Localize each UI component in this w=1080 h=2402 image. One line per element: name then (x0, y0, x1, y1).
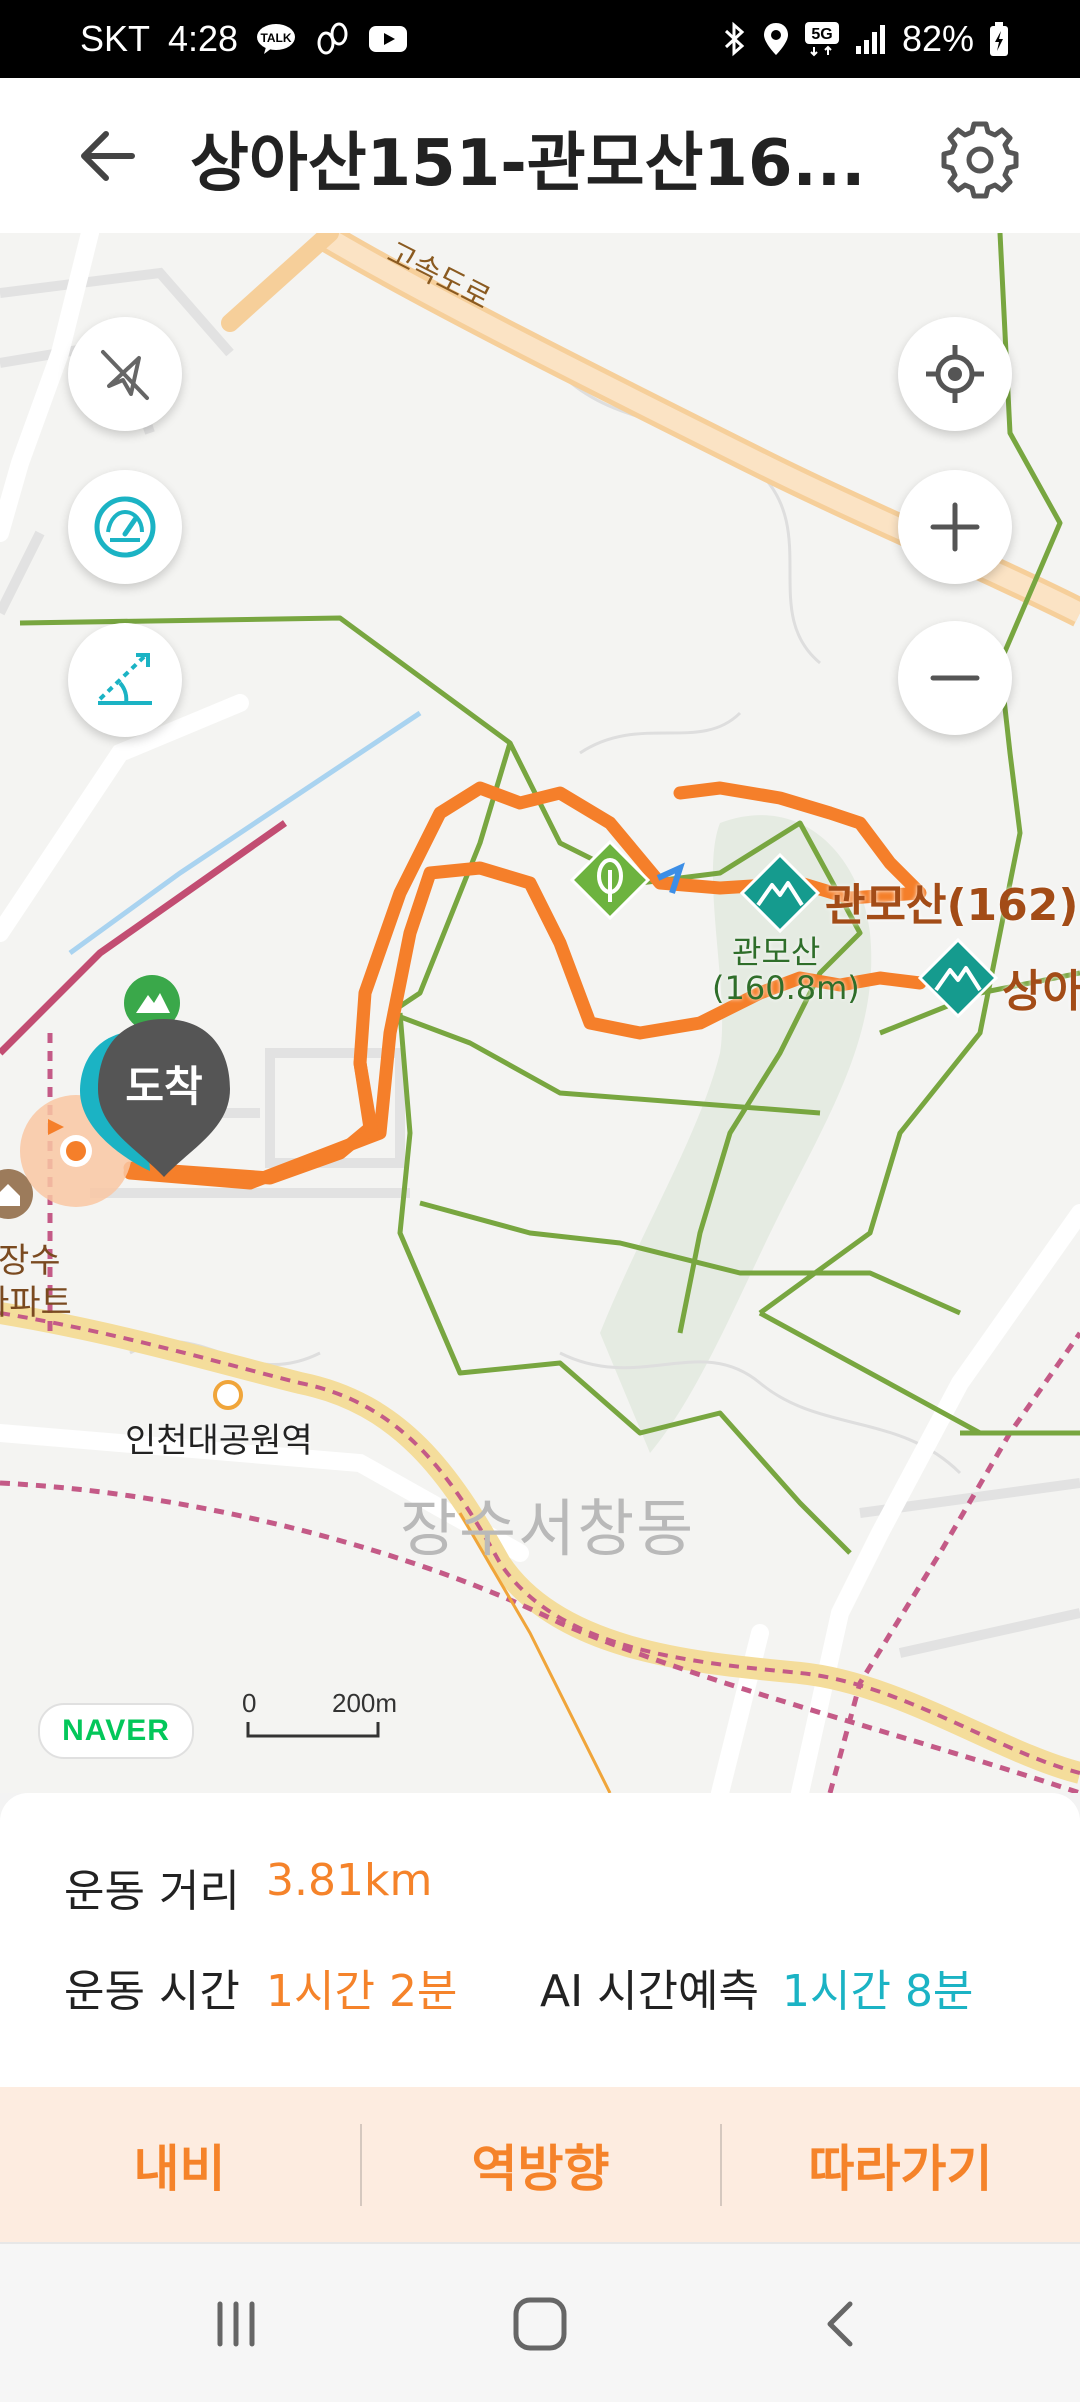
district-label: 장수서창동 (400, 1492, 696, 1565)
forest-marker[interactable] (569, 839, 651, 924)
arrival-marker-text: 도착 (125, 1062, 203, 1111)
talk-badge-text: TALK (261, 31, 292, 45)
carrier-label: SKT (80, 18, 151, 59)
zoom-in-button[interactable] (898, 470, 1012, 584)
ai-estimate-value: 1시간 8분 (782, 1966, 974, 2017)
mountain-peak-icon (739, 852, 821, 934)
scale-distance: 200m (332, 1688, 398, 1718)
mountain-peak-icon (917, 937, 999, 1019)
peak-right-label: 상아 (1002, 966, 1080, 1017)
home-button[interactable] (500, 2284, 580, 2364)
location-icon (762, 21, 790, 57)
kakaotalk-icon: TALK (256, 23, 296, 55)
rotate-lock-button[interactable] (68, 317, 182, 431)
network-5g-icon: 5G (804, 21, 840, 57)
app-header: 상아산151-관모산16... (0, 78, 1080, 233)
arrival-marker[interactable]: 도착 (78, 1011, 248, 1183)
speedometer-icon (94, 496, 156, 558)
zoom-out-button[interactable] (898, 621, 1012, 735)
tree-icon (569, 839, 651, 921)
summit-marker-main[interactable] (739, 852, 821, 937)
battery-charging-icon (988, 21, 1010, 57)
my-location-button[interactable] (898, 317, 1012, 431)
navigate-button[interactable]: 내비 (0, 2087, 359, 2242)
status-bar: SKT 4:28 TALK 5G 82% (0, 0, 1080, 78)
apartment-label-line2: 아파트 (0, 1283, 72, 1323)
peak-sub-height-label: (160.8m) (712, 969, 860, 1007)
gear-icon (941, 121, 1019, 199)
follow-route-button[interactable]: 따라가기 (721, 2087, 1080, 2242)
map-scale: 0 200m (238, 1688, 418, 1748)
elevation-slope-icon (98, 653, 152, 705)
clock: 4:28 (168, 18, 239, 59)
steps-icon (314, 21, 350, 57)
reverse-direction-button[interactable]: 역방향 (361, 2087, 720, 2242)
distance-label: 운동 거리 (64, 1866, 240, 1917)
scale-zero: 0 (242, 1688, 257, 1718)
map-view[interactable]: 고속도로 관모산(162) 관모산 (160.8m) 상아 장수 아파트 인천대… (0, 233, 1080, 1793)
settings-button[interactable] (940, 120, 1020, 200)
back-button[interactable] (70, 120, 150, 192)
minus-icon (930, 675, 980, 681)
naver-logo[interactable]: NAVER (38, 1703, 194, 1759)
duration-label: 운동 시간 (64, 1966, 240, 2017)
battery-percent: 82% (901, 18, 974, 59)
scale-bar (246, 1722, 380, 1738)
home-icon (513, 2297, 567, 2351)
youtube-icon (368, 24, 408, 54)
elevation-button[interactable] (68, 623, 182, 737)
ai-estimate-label: AI 시간예측 (540, 1966, 759, 2017)
page-title: 상아산151-관모산16... (190, 127, 866, 201)
recent-apps-icon (217, 2301, 255, 2347)
action-bar: 내비 역방향 따라가기 (0, 2087, 1080, 2242)
recent-apps-button[interactable] (196, 2284, 276, 2364)
plus-icon (930, 502, 980, 552)
compass-off-icon (101, 350, 149, 400)
system-back-button[interactable] (802, 2284, 882, 2364)
station-label: 인천대공원역 (125, 1421, 313, 1461)
signal-icon (854, 22, 888, 56)
arrow-left-icon (81, 131, 135, 181)
duration-value: 1시간 2분 (266, 1966, 458, 2017)
distance-value: 3.81km (266, 1855, 433, 1906)
system-navigation-bar (0, 2242, 1080, 2402)
bluetooth-icon (722, 21, 748, 57)
peak-main-label: 관모산(162) (825, 880, 1079, 931)
summit-marker-right[interactable] (917, 937, 999, 1022)
crosshair-icon (926, 345, 984, 403)
station-marker (213, 1380, 243, 1410)
workout-info-panel: 운동 거리 3.81km 운동 시간 1시간 2분 AI 시간예측 1시간 8분 (0, 1793, 1080, 2087)
chevron-left-icon (827, 2301, 853, 2347)
speed-button[interactable] (68, 470, 182, 584)
network-5g-text: 5G (811, 26, 832, 43)
